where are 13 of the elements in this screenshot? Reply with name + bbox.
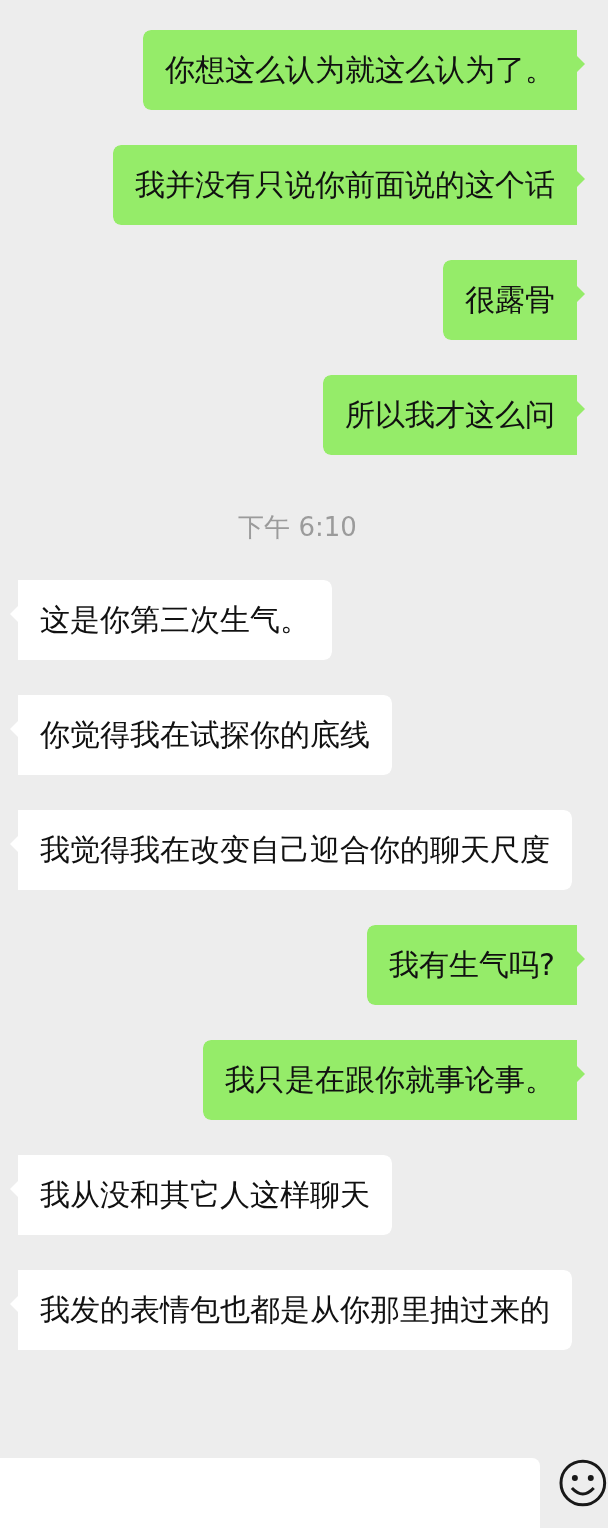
sent-message: 我只是在跟你就事论事。 — [203, 1040, 585, 1120]
sent-message: 你想这么认为就这么认为了。 — [143, 30, 585, 110]
received-message: 我发的表情包也都是从你那里抽过来的 — [10, 1270, 572, 1350]
sent-message: 我并没有只说你前面说的这个话 — [113, 145, 585, 225]
received-message: 你觉得我在试探你的底线 — [10, 695, 392, 775]
sent-message: 所以我才这么问 — [323, 375, 585, 455]
received-message: 我从没和其它人这样聊天 — [10, 1155, 392, 1235]
received-message: 我觉得我在改变自己迎合你的聊天尺度 — [10, 810, 572, 890]
received-message: 这是你第三次生气。 — [10, 580, 332, 660]
emoji-icon[interactable] — [558, 1458, 608, 1508]
sent-message: 很露骨 — [443, 260, 585, 340]
timestamp: 下午 6:10 — [238, 511, 357, 544]
sent-message: 我有生气吗? — [367, 925, 585, 1005]
